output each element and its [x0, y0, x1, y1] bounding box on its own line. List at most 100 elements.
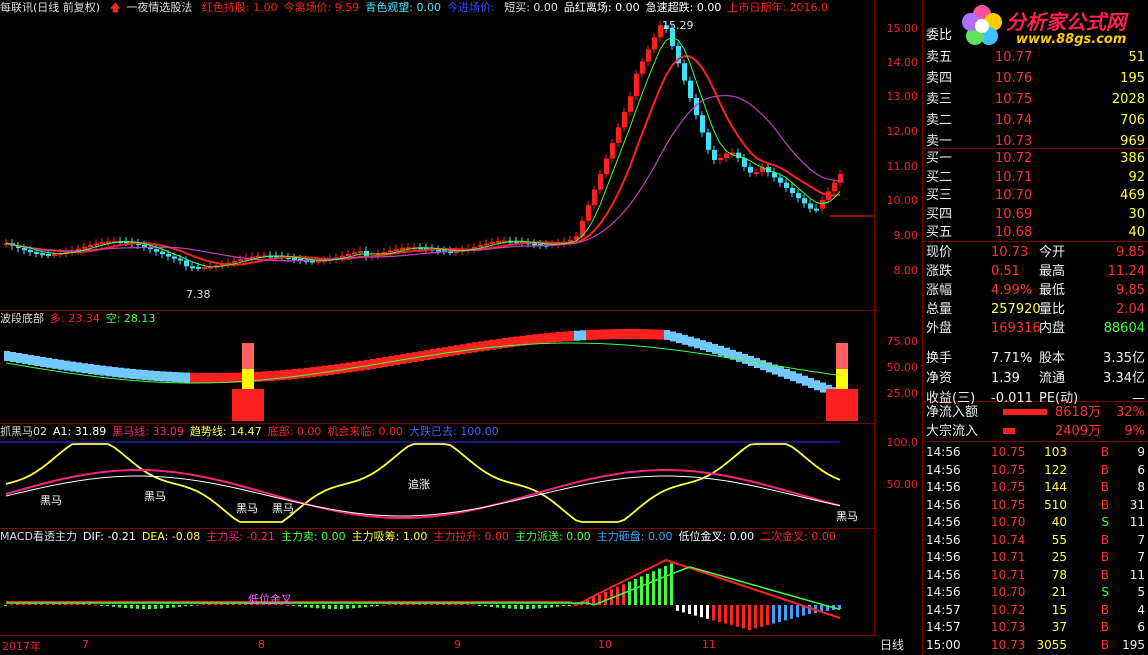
tick-cell: 7 [1137, 550, 1145, 564]
wave-bar [670, 331, 676, 342]
stat-cell: 涨幅 [926, 283, 953, 298]
stat-row: 涨幅 4.99% 最低 9.85 [923, 280, 1148, 301]
candle-body [724, 153, 729, 158]
macd-bar [508, 605, 511, 609]
main-chart-panel[interactable]: 每联讯(日线 前复权) 🡅 一夜情选股法 红色持股: 1.00 今离场价: 9.5… [0, 0, 875, 311]
wave-bar [472, 342, 478, 353]
candle-body [712, 149, 717, 161]
wave-bar [526, 335, 532, 346]
macd-bar [556, 605, 559, 607]
ask-row-v: 195 [1120, 71, 1145, 86]
macd-bar [652, 571, 655, 605]
candlestick-chart[interactable] [0, 0, 874, 310]
candle-body [82, 246, 87, 249]
high-label: 15.29 [662, 19, 694, 32]
macd-bar [532, 605, 535, 609]
macd-bar [706, 605, 709, 619]
tick-cell: 195 [1122, 637, 1145, 652]
macd-bar [514, 605, 517, 609]
macd-bar [790, 605, 793, 619]
candle-body [718, 157, 723, 161]
candle-body [316, 260, 321, 263]
wave-bar [538, 333, 544, 344]
macd-bar [712, 605, 715, 621]
macd-bar [760, 605, 763, 627]
wave-bar [196, 372, 202, 383]
price-axis: 15.00 14.00 13.00 12.00 11.00 10.00 9.00 8.00 [874, 0, 922, 310]
wave-bar [232, 372, 238, 383]
macd-bar [202, 603, 205, 605]
macd-bar [364, 605, 367, 608]
tick-cell: 14:56 [926, 550, 961, 564]
tick-row: 14:56 10.74 55 B 7 [923, 531, 1148, 549]
horse-label: 黑马 [40, 494, 62, 507]
tick-cell: 14:56 [926, 515, 961, 529]
wave-bar [154, 370, 160, 381]
macd-bar [304, 605, 307, 608]
macd-bar [154, 605, 157, 609]
macd-bar [526, 605, 529, 609]
stat-cell: 0.51 [991, 264, 1020, 279]
wave-bar [136, 369, 142, 380]
candle-body [394, 248, 399, 251]
candle-body [790, 187, 795, 194]
wave-bar [562, 331, 568, 342]
wave-bottom-panel[interactable]: 波段底部 多: 23.34 空: 28.13 [0, 311, 875, 424]
wave-bar [454, 345, 460, 356]
wave-bar [148, 370, 154, 381]
tick-cell: 14:56 [926, 462, 961, 477]
wave-bar [808, 377, 814, 388]
macd-bar [658, 568, 661, 605]
tick-cell: 10.71 [991, 550, 1026, 564]
wave-bar [70, 361, 76, 372]
macd-bar [754, 605, 757, 629]
candle-body [94, 243, 99, 246]
macd-bar [382, 604, 385, 606]
tick-row: 15:00 10.73 3055 B 195 [923, 636, 1148, 654]
tick-row: 14:56 10.70 40 S 11 [923, 513, 1148, 531]
macd-bar [502, 605, 505, 609]
tick-row: 14:56 10.71 25 B 7 [923, 548, 1148, 566]
candle-body [832, 182, 837, 192]
tick-cell: 10.75 [991, 480, 1026, 494]
macd-bar [370, 605, 373, 607]
candle-body [640, 61, 645, 74]
macd-bar [346, 605, 349, 609]
tick-cell: 78 [1051, 567, 1067, 582]
candle-body [778, 177, 783, 183]
stat-cell: 3.34亿 [1103, 371, 1145, 386]
stat-cell: 今开 [1039, 245, 1066, 260]
dark-horse-panel[interactable]: 抓黑马02 A1: 31.89 黑马线: 33.09 趋势线: 14.47 底部: 0.… [0, 424, 875, 529]
tick-row: 14:56 10.75 510 B 31 [923, 496, 1148, 514]
wave-axis: 75.00 50.00 25.00 [874, 311, 922, 423]
candle-body [784, 182, 789, 188]
axis-label: 15.00 [886, 22, 919, 35]
wave-bar [628, 329, 634, 340]
ask-row-v: 706 [1120, 113, 1145, 128]
ask-row: 卖四 10.76 195 [923, 68, 1148, 89]
wave-bar [676, 333, 682, 344]
macd-bar [160, 605, 163, 609]
time-label: 2017年 [2, 640, 41, 653]
tick-cell: 14:56 [926, 585, 961, 599]
macd-bar [322, 605, 325, 609]
tick-cell: B [1100, 497, 1109, 512]
flow-label: 大宗流入 [926, 424, 979, 439]
wave-bar [40, 356, 46, 367]
time-axis: 2017年 7 8 9 10 11 [0, 636, 874, 655]
candle-body [598, 174, 603, 190]
wave-bar [460, 344, 466, 355]
wave-bar [76, 362, 82, 373]
macd-panel[interactable]: MACD看透主力 DIF: -0.21 DEA: -0.08 主力买: -0.21 主力… [0, 529, 875, 636]
wave-bar [436, 348, 442, 359]
macd-bar [718, 605, 721, 622]
wave-bar [688, 336, 694, 347]
wave-bar [118, 367, 124, 378]
period-label[interactable]: 日线 [880, 636, 904, 653]
horse-label: 黑马 [144, 490, 166, 503]
stat-cell: 换手 [926, 351, 953, 366]
tick-cell: B [1100, 550, 1109, 564]
wave-bar [640, 329, 646, 340]
macd-bar [670, 563, 673, 605]
flow-pct: 32% [1116, 405, 1145, 420]
